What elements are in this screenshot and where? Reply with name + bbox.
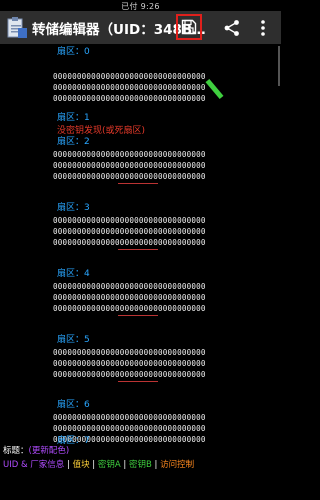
legend-prefix: 标题：	[3, 446, 29, 456]
legend-key-a: 密钥A	[97, 460, 121, 470]
sector-label: 扇区：1	[57, 113, 90, 123]
block-row[interactable]: 00000000000000000000000000000000	[53, 160, 233, 171]
app-bar: 转储编辑器（UID：348B…	[0, 11, 281, 44]
block-row[interactable]: 00000000000000000000000000000000	[53, 303, 233, 314]
key-marker	[118, 315, 158, 316]
legend-separator: |	[151, 460, 161, 470]
legend-key-b: 密钥B	[129, 460, 152, 470]
clipboard-icon	[7, 17, 27, 38]
system-nav-bar	[0, 472, 281, 500]
sector-rows: 00000000000000000000000000000000 0000000…	[53, 149, 233, 182]
block-row[interactable]: 00000000000000000000000000000000	[53, 292, 233, 303]
legend-separator: |	[64, 460, 73, 470]
sector-label: 扇区：2	[57, 137, 90, 147]
block-row[interactable]: 00000000000000000000000000000000	[53, 412, 233, 423]
sector-rows: 00000000000000000000000000000000 0000000…	[53, 281, 233, 314]
key-marker	[118, 249, 158, 250]
sector-label: 扇区：4	[57, 269, 90, 279]
sector-label: 扇区：7	[57, 436, 90, 444]
sector-rows: 00000000000000000000000000000000 0000000…	[53, 215, 233, 248]
legend-separator: |	[89, 460, 98, 470]
legend-separator: |	[120, 460, 129, 470]
block-row[interactable]: 00000000000000000000000000000000	[53, 369, 233, 380]
key-marker	[118, 183, 158, 184]
refresh-colors-link[interactable]: (更新配色)	[29, 446, 70, 456]
block-row[interactable]: 00000000000000000000000000000000	[53, 358, 233, 369]
block-row[interactable]: 00000000000000000000000000000000	[53, 171, 233, 182]
sector-rows: 00000000000000000000000000000000 0000000…	[53, 347, 233, 380]
legend-items: UID & 厂家信息 | 值块 | 密钥A | 密钥B | 访问控制	[3, 458, 194, 470]
legend-value-block: 值块	[72, 460, 90, 470]
block-row[interactable]: 00000000000000000000000000000000	[53, 215, 233, 226]
share-icon[interactable]	[222, 18, 242, 38]
legend-header: 标题：(更新配色)	[3, 444, 69, 456]
block-row[interactable]: 00000000000000000000000000000000	[53, 149, 233, 160]
overflow-menu-icon[interactable]	[256, 18, 270, 38]
save-button[interactable]	[176, 14, 202, 40]
key-marker	[118, 381, 158, 382]
status-bar: 已付 9:26	[0, 0, 281, 11]
block-row[interactable]: 00000000000000000000000000000000	[53, 347, 233, 358]
scrollbar-thumb[interactable]	[278, 46, 280, 86]
sector-label: 扇区：6	[57, 400, 90, 410]
block-row[interactable]: 00000000000000000000000000000000	[53, 93, 233, 104]
legend-uid-manufacturer: UID & 厂家信息	[3, 460, 65, 470]
block-row[interactable]: 00000000000000000000000000000000	[53, 281, 233, 292]
dump-content[interactable]: 扇区：0 00000000000000000000000000000000 00…	[0, 44, 281, 444]
sector-label: 扇区：0	[57, 47, 90, 57]
legend-access-control: 访问控制	[160, 460, 195, 470]
block-row[interactable]: 00000000000000000000000000000000	[53, 237, 233, 248]
color-legend: 标题：(更新配色) UID & 厂家信息 | 值块 | 密钥A | 密钥B | …	[0, 444, 281, 472]
sector-label: 扇区：3	[57, 203, 90, 213]
floppy-disk-icon	[181, 19, 197, 35]
sector-rows: 00000000000000000000000000000000 0000000…	[53, 71, 233, 104]
sector-label: 扇区：5	[57, 335, 90, 345]
block-row[interactable]: 00000000000000000000000000000000	[53, 226, 233, 237]
